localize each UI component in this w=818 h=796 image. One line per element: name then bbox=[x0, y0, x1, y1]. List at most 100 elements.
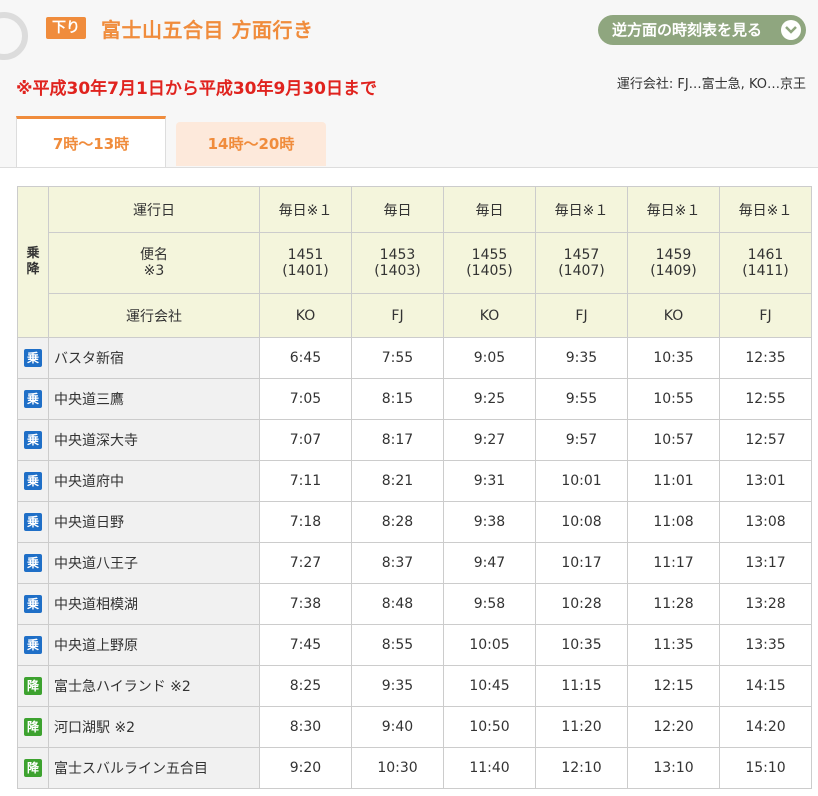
time-cell: 10:50 bbox=[443, 706, 536, 748]
timetable: 乗降 運行日 毎日※１ 毎日 毎日 毎日※１ 毎日※１ 毎日※１ 便名 ※3 1451 (1… bbox=[17, 186, 812, 789]
stop-row: 降富士急ハイランド ※2 8:25 9:35 10:45 11:15 12:15 14:15 bbox=[17, 665, 812, 707]
days-cell: 毎日※１ bbox=[535, 186, 628, 233]
time-cell: 7:45 bbox=[259, 624, 352, 666]
time-cell: 9:47 bbox=[443, 542, 536, 584]
stop-name: 中央道三鷹 bbox=[48, 378, 260, 420]
time-cell: 8:37 bbox=[351, 542, 444, 584]
time-cell: 7:11 bbox=[259, 460, 352, 502]
tab-morning[interactable]: 7時～13時 bbox=[16, 116, 166, 168]
stop-row: 乗中央道相模湖 7:38 8:48 9:58 10:28 11:28 13:28 bbox=[17, 583, 812, 625]
time-cell: 9:57 bbox=[535, 419, 628, 461]
stop-type-cell: 乗 bbox=[17, 378, 49, 420]
time-cell: 10:55 bbox=[627, 378, 720, 420]
stop-name: 河口湖駅 ※2 bbox=[48, 706, 260, 748]
company-cell: KO bbox=[259, 293, 352, 338]
time-cell: 9:31 bbox=[443, 460, 536, 502]
stop-name: 中央道上野原 bbox=[48, 624, 260, 666]
service-cell: 1459 (1409) bbox=[627, 232, 720, 294]
board-icon: 乗 bbox=[24, 472, 42, 490]
time-cell: 11:35 bbox=[627, 624, 720, 666]
board-icon: 乗 bbox=[24, 595, 42, 613]
reverse-direction-label: 逆方面の時刻表を見る bbox=[612, 21, 763, 39]
days-cell: 毎日 bbox=[443, 186, 536, 233]
service-number: 1451 bbox=[287, 247, 324, 263]
page-title: 富士山五合目 方面行き bbox=[101, 18, 314, 42]
days-row: 乗降 運行日 毎日※１ 毎日 毎日 毎日※１ 毎日※１ 毎日※１ bbox=[17, 186, 812, 338]
time-cell: 13:28 bbox=[719, 583, 812, 625]
stop-type-cell: 乗 bbox=[17, 624, 49, 666]
company-label: 運行会社 bbox=[48, 293, 260, 338]
time-cell: 12:57 bbox=[719, 419, 812, 461]
stop-type-cell: 乗 bbox=[17, 501, 49, 543]
days-cell: 毎日 bbox=[351, 186, 444, 233]
time-cell: 7:27 bbox=[259, 542, 352, 584]
time-cell: 11:20 bbox=[535, 706, 628, 748]
service-number-alt: (1401) bbox=[282, 263, 329, 279]
service-number: 1459 bbox=[655, 247, 692, 263]
time-cell: 9:58 bbox=[443, 583, 536, 625]
time-cell: 10:45 bbox=[443, 665, 536, 707]
service-number: 1453 bbox=[379, 247, 416, 263]
direction-badge: 下り bbox=[46, 17, 86, 39]
stop-type-cell: 乗 bbox=[17, 419, 49, 461]
service-number-alt: (1403) bbox=[374, 263, 421, 279]
time-cell: 12:10 bbox=[535, 747, 628, 789]
decorative-arc bbox=[0, 12, 28, 60]
service-number-alt: (1407) bbox=[558, 263, 605, 279]
alight-icon: 降 bbox=[24, 677, 42, 695]
time-cell: 10:01 bbox=[535, 460, 628, 502]
company-cell: KO bbox=[443, 293, 536, 338]
time-cell: 8:25 bbox=[259, 665, 352, 707]
stop-row: 乗バスタ新宿 6:45 7:55 9:05 9:35 10:35 12:35 bbox=[17, 337, 812, 379]
company-cell: FJ bbox=[535, 293, 628, 338]
board-alight-header: 乗降 bbox=[17, 186, 49, 338]
service-label-text: 便名 bbox=[140, 247, 168, 263]
stop-type-cell: 乗 bbox=[17, 460, 49, 502]
time-cell: 8:48 bbox=[351, 583, 444, 625]
time-cell: 11:40 bbox=[443, 747, 536, 789]
service-cell: 1457 (1407) bbox=[535, 232, 628, 294]
time-cell: 8:17 bbox=[351, 419, 444, 461]
stop-row: 乗中央道八王子 7:27 8:37 9:47 10:17 11:17 13:17 bbox=[17, 542, 812, 584]
stop-name: 中央道深大寺 bbox=[48, 419, 260, 461]
stop-name: 富士スバルライン五合目 bbox=[48, 747, 260, 789]
stop-row: 乗中央道深大寺 7:07 8:17 9:27 9:57 10:57 12:57 bbox=[17, 419, 812, 461]
service-number-alt: (1409) bbox=[650, 263, 697, 279]
time-cell: 6:45 bbox=[259, 337, 352, 379]
time-cell: 12:35 bbox=[719, 337, 812, 379]
time-cell: 9:55 bbox=[535, 378, 628, 420]
time-cell: 14:20 bbox=[719, 706, 812, 748]
page-header: 下り 富士山五合目 方面行き 逆方面の時刻表を見る ※平成30年7月1日から平成… bbox=[0, 0, 818, 168]
time-cell: 9:25 bbox=[443, 378, 536, 420]
service-number: 1455 bbox=[471, 247, 508, 263]
tab-afternoon[interactable]: 14時～20時 bbox=[176, 122, 326, 166]
days-cell: 毎日※１ bbox=[627, 186, 720, 233]
stop-row: 乗中央道日野 7:18 8:28 9:38 10:08 11:08 13:08 bbox=[17, 501, 812, 543]
time-cell: 8:55 bbox=[351, 624, 444, 666]
reverse-direction-button[interactable]: 逆方面の時刻表を見る bbox=[598, 15, 806, 45]
timetable-panel: 乗降 運行日 毎日※１ 毎日 毎日 毎日※１ 毎日※１ 毎日※１ 便名 ※3 1451 (1… bbox=[0, 168, 818, 796]
stop-type-cell: 乗 bbox=[17, 583, 49, 625]
stop-row: 降富士スバルライン五合目 9:20 10:30 11:40 12:10 13:10 15:1… bbox=[17, 747, 812, 789]
stop-name: 中央道府中 bbox=[48, 460, 260, 502]
time-cell: 7:55 bbox=[351, 337, 444, 379]
alight-icon: 降 bbox=[24, 718, 42, 736]
board-icon: 乗 bbox=[24, 390, 42, 408]
stop-type-cell: 降 bbox=[17, 747, 49, 789]
service-cell: 1461 (1411) bbox=[719, 232, 812, 294]
time-cell: 11:15 bbox=[535, 665, 628, 707]
chevron-down-icon bbox=[781, 20, 801, 40]
period-notice: ※平成30年7月1日から平成30年9月30日まで bbox=[16, 79, 377, 99]
time-cell: 10:05 bbox=[443, 624, 536, 666]
stop-type-cell: 乗 bbox=[17, 542, 49, 584]
time-cell: 9:40 bbox=[351, 706, 444, 748]
service-cell: 1455 (1405) bbox=[443, 232, 536, 294]
time-cell: 14:15 bbox=[719, 665, 812, 707]
stop-type-cell: 降 bbox=[17, 665, 49, 707]
time-cell: 11:28 bbox=[627, 583, 720, 625]
stop-name: 中央道八王子 bbox=[48, 542, 260, 584]
time-cell: 10:28 bbox=[535, 583, 628, 625]
operator-note: 運行会社: FJ…富士急, KO…京王 bbox=[616, 77, 806, 92]
service-row: 便名 ※3 1451 (1401) 1453 (1403) 1455 (1405) 1457… bbox=[18, 232, 812, 294]
time-cell: 7:05 bbox=[259, 378, 352, 420]
